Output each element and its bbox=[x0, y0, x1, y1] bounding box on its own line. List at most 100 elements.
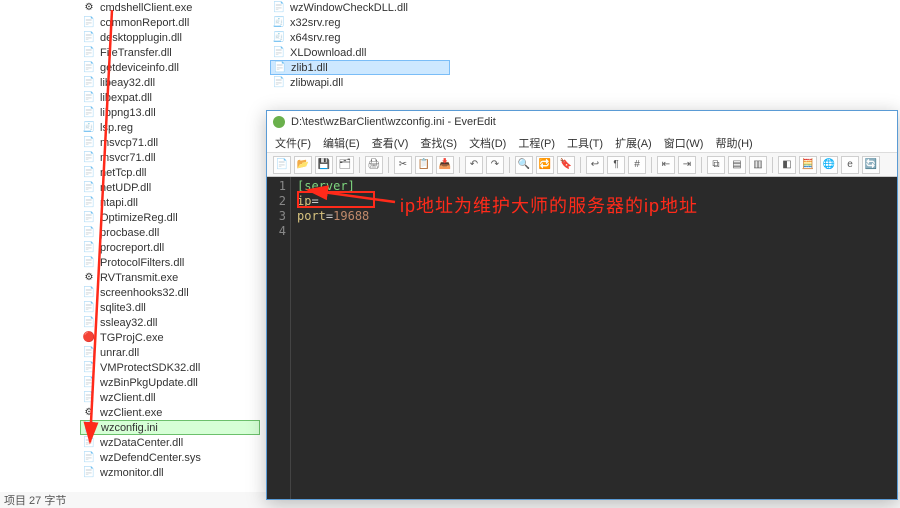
menu-item[interactable]: 文件(F) bbox=[275, 135, 311, 151]
toolbar-separator bbox=[509, 157, 510, 173]
paste-button[interactable]: 📥 bbox=[436, 156, 454, 174]
replace-button[interactable]: 🔁 bbox=[536, 156, 554, 174]
file-icon: 📄 bbox=[82, 451, 96, 465]
find-button[interactable]: 🔍 bbox=[515, 156, 533, 174]
file-item[interactable]: 📄OptimizeReg.dll bbox=[80, 210, 260, 225]
print-button[interactable]: 🖨 bbox=[365, 156, 383, 174]
save-all-button[interactable]: 🗂 bbox=[336, 156, 354, 174]
file-item[interactable]: 📄netUDP.dll bbox=[80, 180, 260, 195]
file-item[interactable]: 📄getdeviceinfo.dll bbox=[80, 60, 260, 75]
file-item[interactable]: 📄libeay32.dll bbox=[80, 75, 260, 90]
file-item[interactable]: 📄zlibwapi.dll bbox=[270, 75, 450, 90]
file-item[interactable]: 📄wzDataCenter.dll bbox=[80, 435, 260, 450]
wrap-button[interactable]: ↩ bbox=[586, 156, 604, 174]
panel-button[interactable]: ▤ bbox=[728, 156, 746, 174]
open-file-button[interactable]: 📂 bbox=[294, 156, 312, 174]
file-item[interactable]: 📄msvcr71.dll bbox=[80, 150, 260, 165]
file-item[interactable]: 📄sqlite3.dll bbox=[80, 300, 260, 315]
file-item[interactable]: 📄desktopplugin.dll bbox=[80, 30, 260, 45]
browser-button[interactable]: e bbox=[841, 156, 859, 174]
file-name: RVTransmit.exe bbox=[100, 272, 178, 284]
bookmark-button[interactable]: 🔖 bbox=[557, 156, 575, 174]
menu-item[interactable]: 工具(T) bbox=[567, 135, 603, 151]
file-item[interactable]: 📄screenhooks32.dll bbox=[80, 285, 260, 300]
hex-button[interactable]: ◧ bbox=[778, 156, 796, 174]
menu-item[interactable]: 查找(S) bbox=[420, 135, 457, 151]
file-item[interactable]: ⚙wzClient.exe bbox=[80, 405, 260, 420]
redo-button[interactable]: ↷ bbox=[486, 156, 504, 174]
file-name: procreport.dll bbox=[100, 242, 164, 254]
file-name: libpng13.dll bbox=[100, 107, 156, 119]
compare-button[interactable]: ⧉ bbox=[707, 156, 725, 174]
file-item[interactable]: 📄wzBinPkgUpdate.dll bbox=[80, 375, 260, 390]
file-item[interactable]: 🧾x64srv.reg bbox=[270, 30, 450, 45]
cut-button[interactable]: ✂ bbox=[394, 156, 412, 174]
editor-body[interactable]: 1234 [server] ip= port=19688 bbox=[267, 177, 897, 499]
indent-right-button[interactable]: ⇥ bbox=[678, 156, 696, 174]
file-item[interactable]: 📄ntapi.dll bbox=[80, 195, 260, 210]
line-number-gutter: 1234 bbox=[267, 177, 291, 499]
file-item[interactable]: 📄VMProtectSDK32.dll bbox=[80, 360, 260, 375]
file-item[interactable]: 🔴TGProjC.exe bbox=[80, 330, 260, 345]
file-item[interactable]: 📄wzconfig.ini bbox=[80, 420, 260, 435]
file-item[interactable]: 📄wzClient.dll bbox=[80, 390, 260, 405]
file-item[interactable]: 🧾lsp.reg bbox=[80, 120, 260, 135]
file-item[interactable]: ⚙cmdshellClient.exe bbox=[80, 0, 260, 15]
file-item[interactable]: 📄 commonReport.dll bbox=[80, 15, 260, 30]
file-item[interactable]: 📄zlib1.dll bbox=[270, 60, 450, 75]
file-name: unrar.dll bbox=[100, 347, 139, 359]
file-icon: 📄 bbox=[82, 76, 96, 90]
indent-left-button[interactable]: ⇤ bbox=[657, 156, 675, 174]
file-item[interactable]: ⚙RVTransmit.exe bbox=[80, 270, 260, 285]
save-button[interactable]: 💾 bbox=[315, 156, 333, 174]
line-number: 4 bbox=[267, 224, 286, 239]
editor-titlebar[interactable]: D:\test\wzBarClient\wzconfig.ini - EverE… bbox=[267, 111, 897, 133]
refresh-button[interactable]: 🔄 bbox=[862, 156, 880, 174]
file-name: x64srv.reg bbox=[290, 32, 341, 44]
file-item[interactable]: 📄libexpat.dll bbox=[80, 90, 260, 105]
file-icon: 📄 bbox=[82, 436, 96, 450]
file-item[interactable]: 📄wzDefendCenter.sys bbox=[80, 450, 260, 465]
code-line-4[interactable] bbox=[297, 224, 891, 239]
file-icon: 📄 bbox=[82, 61, 96, 75]
file-icon: ⚙ bbox=[82, 1, 96, 15]
menu-item[interactable]: 编辑(E) bbox=[323, 135, 360, 151]
menu-item[interactable]: 查看(V) bbox=[372, 135, 409, 151]
file-item[interactable]: 📄msvcp71.dll bbox=[80, 135, 260, 150]
everedit-app-icon bbox=[273, 116, 285, 128]
code-area[interactable]: [server] ip= port=19688 bbox=[291, 177, 897, 499]
file-item[interactable]: 🧾x32srv.reg bbox=[270, 15, 450, 30]
menu-item[interactable]: 文档(D) bbox=[469, 135, 506, 151]
file-name: ssleay32.dll bbox=[100, 317, 157, 329]
file-name: wzmonitor.dll bbox=[100, 467, 164, 479]
undo-button[interactable]: ↶ bbox=[465, 156, 483, 174]
menu-item[interactable]: 工程(P) bbox=[518, 135, 555, 151]
file-item[interactable]: 📄ssleay32.dll bbox=[80, 315, 260, 330]
file-item[interactable]: 📄procreport.dll bbox=[80, 240, 260, 255]
file-item[interactable]: 📄libpng13.dll bbox=[80, 105, 260, 120]
lineno-button[interactable]: # bbox=[628, 156, 646, 174]
file-item[interactable]: 📄wzWindowCheckDLL.dll bbox=[270, 0, 450, 15]
editor-toolbar: 📄 📂 💾 🗂 🖨 ✂ 📋 📥 ↶ ↷ 🔍 🔁 🔖 ↩ ¶ # ⇤ ⇥ ⧉ ▤ … bbox=[267, 153, 897, 177]
file-item[interactable]: 📄procbase.dll bbox=[80, 225, 260, 240]
file-item[interactable]: 📄FileTransfer.dll bbox=[80, 45, 260, 60]
menu-item[interactable]: 帮助(H) bbox=[715, 135, 752, 151]
file-icon: 📄 bbox=[82, 466, 96, 480]
file-icon: 📄 bbox=[272, 1, 286, 15]
file-item[interactable]: 📄netTcp.dll bbox=[80, 165, 260, 180]
file-icon: 📄 bbox=[82, 16, 96, 30]
web-button[interactable]: 🌐 bbox=[820, 156, 838, 174]
copy-button[interactable]: 📋 bbox=[415, 156, 433, 174]
column-button[interactable]: ▥ bbox=[749, 156, 767, 174]
whitespace-button[interactable]: ¶ bbox=[607, 156, 625, 174]
file-item[interactable]: 📄ProtocolFilters.dll bbox=[80, 255, 260, 270]
file-item[interactable]: 📄XLDownload.dll bbox=[270, 45, 450, 60]
file-item[interactable]: 📄unrar.dll bbox=[80, 345, 260, 360]
file-item[interactable]: 📄 wzmonitor.dll bbox=[80, 465, 260, 480]
file-name: commonReport.dll bbox=[100, 17, 189, 29]
calc-button[interactable]: 🧮 bbox=[799, 156, 817, 174]
file-name: msvcp71.dll bbox=[100, 137, 158, 149]
menu-item[interactable]: 扩展(A) bbox=[615, 135, 652, 151]
new-file-button[interactable]: 📄 bbox=[273, 156, 291, 174]
menu-item[interactable]: 窗口(W) bbox=[664, 135, 704, 151]
